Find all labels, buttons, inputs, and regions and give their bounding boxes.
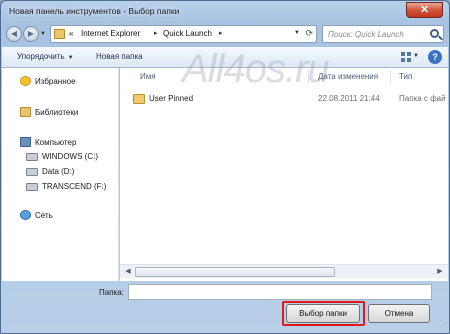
file-row-date: 22.08.2011 21:44 <box>318 94 380 103</box>
file-row-name[interactable]: User Pinned <box>149 94 193 103</box>
recent-pages-dropdown-icon[interactable]: ▼ <box>40 31 46 37</box>
title-bar[interactable]: Новая панель инструментов - Выбор папки … <box>1 1 449 23</box>
file-list: All4os.ru Имя Дата изменения Тип User Pi… <box>120 47 448 281</box>
help-icon[interactable]: ? <box>428 50 442 64</box>
search-box[interactable]: Поиск: Quick Launch <box>322 25 444 43</box>
star-icon <box>20 76 31 86</box>
nav-drive-f[interactable]: TRANSCEND (F:) <box>26 182 106 191</box>
nav-computer[interactable]: Компьютер <box>20 137 76 147</box>
network-icon <box>20 210 31 220</box>
window-title: Новая панель инструментов - Выбор папки <box>9 6 180 16</box>
new-folder-button[interactable]: Новая папка <box>96 52 143 61</box>
library-icon <box>20 107 31 117</box>
scroll-right-icon[interactable]: ▶ <box>434 267 446 277</box>
organize-label: Упорядочить <box>17 52 65 61</box>
nav-drive-c-label: WINDOWS (C:) <box>42 152 98 161</box>
back-arrow-icon[interactable]: ◀ <box>6 26 22 42</box>
drive-icon <box>26 153 38 161</box>
nav-drive-c[interactable]: WINDOWS (C:) <box>26 152 98 161</box>
folder-icon <box>54 29 65 39</box>
column-divider[interactable] <box>308 70 309 84</box>
folder-label: Папка: <box>99 288 124 297</box>
address-dropdown-icon[interactable]: ▼ <box>294 30 300 36</box>
column-header-date[interactable]: Дата изменения <box>318 72 378 81</box>
navigation-pane: Избранное Библиотеки Компьютер WINDOWS (… <box>2 68 119 281</box>
file-row-type: Папка с фай <box>399 94 446 103</box>
nav-libraries[interactable]: Библиотеки <box>20 107 78 117</box>
drive-icon <box>26 183 38 191</box>
folder-icon <box>133 94 145 104</box>
folder-picker-dialog: Новая панель инструментов - Выбор папки … <box>0 0 450 334</box>
column-divider[interactable] <box>390 70 391 84</box>
select-folder-button[interactable]: Выбор папки <box>286 304 360 323</box>
breadcrumb-internet-explorer[interactable]: Internet Explorer <box>81 29 140 38</box>
refresh-icon[interactable]: ⟳ <box>305 28 313 39</box>
chevron-down-icon: ▼ <box>67 55 74 61</box>
close-button[interactable]: ✕ <box>406 2 443 18</box>
nav-favorites-label: Избранное <box>35 77 76 86</box>
drive-icon <box>26 168 38 176</box>
column-header-name[interactable]: Имя <box>140 72 156 81</box>
nav-libraries-label: Библиотеки <box>35 108 79 117</box>
scrollbar-thumb[interactable] <box>135 267 335 277</box>
view-options-icon[interactable]: ▼ <box>399 50 419 64</box>
search-input[interactable]: Поиск: Quick Launch <box>328 30 404 39</box>
nav-drive-f-label: TRANSCEND (F:) <box>42 182 107 191</box>
cancel-button[interactable]: Отмена <box>368 304 430 323</box>
breadcrumb-separator-icon[interactable]: ▸ <box>219 29 223 37</box>
nav-network[interactable]: Сеть <box>20 210 53 220</box>
breadcrumb-overflow[interactable]: « <box>69 29 73 38</box>
breadcrumb-quick-launch[interactable]: Quick Launch <box>163 29 212 38</box>
column-header-type[interactable]: Тип <box>399 72 412 81</box>
computer-icon <box>20 137 31 147</box>
forward-arrow-icon[interactable]: ▶ <box>23 26 39 42</box>
nav-computer-label: Компьютер <box>35 138 77 147</box>
resize-grip-icon[interactable]: ⋰ <box>439 322 446 330</box>
address-bar[interactable]: « Internet Explorer ▸ Quick Launch ▸ ▼ ⟳ <box>50 25 317 43</box>
nav-drive-d-label: Data (D:) <box>42 167 75 176</box>
breadcrumb-separator-icon[interactable]: ▸ <box>154 29 158 37</box>
nav-network-label: Сеть <box>35 211 53 220</box>
folder-name-input[interactable] <box>128 284 432 300</box>
horizontal-scrollbar[interactable]: ◀ ▶ <box>120 264 448 278</box>
watermark: All4os.ru <box>182 47 330 91</box>
search-icon[interactable] <box>430 29 439 38</box>
scroll-left-icon[interactable]: ◀ <box>122 267 134 277</box>
nav-drive-d[interactable]: Data (D:) <box>26 167 74 176</box>
organize-button[interactable]: Упорядочить ▼ <box>17 52 74 61</box>
nav-favorites[interactable]: Избранное <box>20 76 76 86</box>
